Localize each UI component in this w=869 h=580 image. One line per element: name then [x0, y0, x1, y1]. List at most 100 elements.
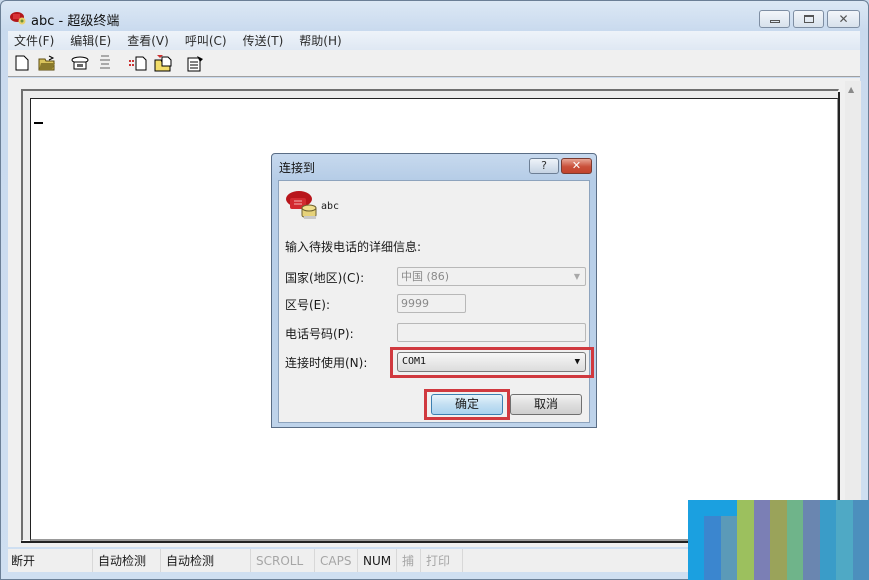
- mosaic-tile: [836, 532, 853, 548]
- mosaic-tile: [688, 548, 705, 564]
- connect-to-dialog: 连接到 ? ✕ abc 输入待拨电话的详细信息: 国家(地区)(C): 中国 (…: [271, 153, 597, 428]
- call-button[interactable]: [71, 54, 89, 72]
- status-detect-2: 自动检测: [161, 549, 251, 572]
- chevron-down-icon: ▼: [573, 272, 580, 281]
- mosaic-tile: [786, 532, 804, 548]
- scroll-up-arrow-icon[interactable]: ▲: [848, 85, 854, 94]
- mosaic-tile: [753, 564, 771, 580]
- mosaic-tile: [720, 516, 738, 532]
- text-cursor: [34, 122, 43, 124]
- minimize-button[interactable]: [759, 10, 790, 28]
- mosaic-tile: [770, 548, 787, 564]
- mosaic-tile: [786, 500, 804, 516]
- mosaic-tile: [720, 532, 738, 548]
- toolbar: [8, 50, 860, 77]
- mosaic-tile: [720, 500, 738, 516]
- title-bar[interactable]: abc - 超级终端 ✕: [1, 1, 868, 32]
- phone-icon: [286, 191, 317, 219]
- dialog-prompt: 输入待拨电话的详细信息:: [285, 240, 422, 254]
- status-detect-1: 自动检测: [93, 549, 161, 572]
- menu-call[interactable]: 呼叫(C): [185, 32, 227, 49]
- mosaic-tile: [737, 564, 754, 580]
- call-icon: [71, 56, 89, 70]
- mosaic-tile: [688, 532, 705, 548]
- mosaic-tile: [737, 548, 754, 564]
- menu-edit[interactable]: 编辑(E): [70, 32, 111, 49]
- mosaic-tile: [803, 564, 820, 580]
- window-title: abc - 超级终端: [31, 14, 120, 29]
- disconnect-button[interactable]: [96, 54, 114, 72]
- mosaic-tile: [770, 516, 787, 532]
- mosaic-tile: [753, 532, 771, 548]
- cancel-button[interactable]: 取消: [510, 394, 582, 415]
- country-label: 国家(地区)(C):: [285, 271, 365, 285]
- status-scroll: SCROLL: [251, 549, 315, 572]
- mosaic-tile: [836, 548, 853, 564]
- status-print: 打印: [421, 549, 463, 572]
- mosaic-tile: [836, 564, 853, 580]
- area-code-value: 9999: [401, 297, 429, 310]
- close-button[interactable]: ✕: [827, 10, 860, 28]
- vertical-scrollbar[interactable]: ▲: [845, 81, 861, 543]
- dialog-close-button[interactable]: ✕: [561, 158, 592, 174]
- highlight-connect-using: [390, 347, 594, 378]
- new-document-icon: [15, 55, 29, 71]
- pixelated-watermark: [688, 500, 869, 580]
- country-select[interactable]: 中国 (86) ▼: [397, 267, 586, 286]
- disconnect-icon: [100, 55, 110, 69]
- menu-file[interactable]: 文件(F): [14, 32, 54, 49]
- mosaic-tile: [803, 516, 820, 532]
- receive-file-icon: [154, 55, 172, 72]
- maximize-button[interactable]: [793, 10, 824, 28]
- mosaic-tile: [852, 532, 869, 548]
- properties-button[interactable]: [187, 54, 205, 72]
- phone-number-input[interactable]: [397, 323, 586, 342]
- connection-name: abc: [321, 201, 340, 212]
- mosaic-tile: [720, 564, 738, 580]
- menu-view[interactable]: 查看(V): [127, 32, 169, 49]
- status-num: NUM: [358, 549, 397, 572]
- mosaic-tile: [803, 548, 820, 564]
- mosaic-tile: [753, 500, 771, 516]
- new-button[interactable]: [13, 54, 31, 72]
- properties-icon: [187, 55, 203, 71]
- send-file-icon: [129, 56, 147, 71]
- menu-help[interactable]: 帮助(H): [299, 32, 341, 49]
- mosaic-tile: [852, 516, 869, 532]
- mosaic-tile: [737, 532, 754, 548]
- receive-button[interactable]: [154, 54, 172, 72]
- mosaic-tile: [852, 548, 869, 564]
- mosaic-tile: [852, 564, 869, 580]
- mosaic-tile: [688, 516, 705, 532]
- mosaic-tile: [704, 532, 721, 548]
- mosaic-tile: [704, 500, 721, 516]
- mosaic-tile: [704, 516, 721, 532]
- mosaic-tile: [803, 532, 820, 548]
- status-capture: 捕: [397, 549, 421, 572]
- mosaic-tile: [704, 564, 721, 580]
- dialog-help-button[interactable]: ?: [529, 158, 559, 174]
- status-connection: 断开: [8, 549, 93, 572]
- mosaic-tile: [770, 564, 787, 580]
- mosaic-tile: [753, 516, 771, 532]
- open-button[interactable]: [38, 54, 56, 72]
- mosaic-tile: [819, 516, 837, 532]
- mosaic-tile: [852, 500, 869, 516]
- mosaic-tile: [819, 500, 837, 516]
- terminal-right-edge: [838, 92, 840, 544]
- mosaic-tile: [770, 532, 787, 548]
- highlight-ok: [424, 389, 510, 420]
- send-button[interactable]: [129, 54, 147, 72]
- area-code-input[interactable]: 9999: [397, 294, 466, 313]
- hyperterminal-app-icon: [10, 12, 26, 25]
- close-icon: ✕: [571, 159, 582, 172]
- menu-bar: 文件(F) 编辑(E) 查看(V) 呼叫(C) 传送(T) 帮助(H): [8, 31, 860, 50]
- menu-transfer[interactable]: 传送(T): [243, 32, 284, 49]
- mosaic-tile: [688, 564, 705, 580]
- minimize-icon: [769, 20, 780, 23]
- phone-number-label: 电话号码(P):: [285, 327, 354, 341]
- dialog-body: abc 输入待拨电话的详细信息: 国家(地区)(C): 中国 (86) ▼ 区号…: [278, 180, 594, 423]
- dialog-title: 连接到: [279, 161, 316, 175]
- mosaic-tile: [737, 500, 754, 516]
- close-icon: ✕: [838, 12, 849, 26]
